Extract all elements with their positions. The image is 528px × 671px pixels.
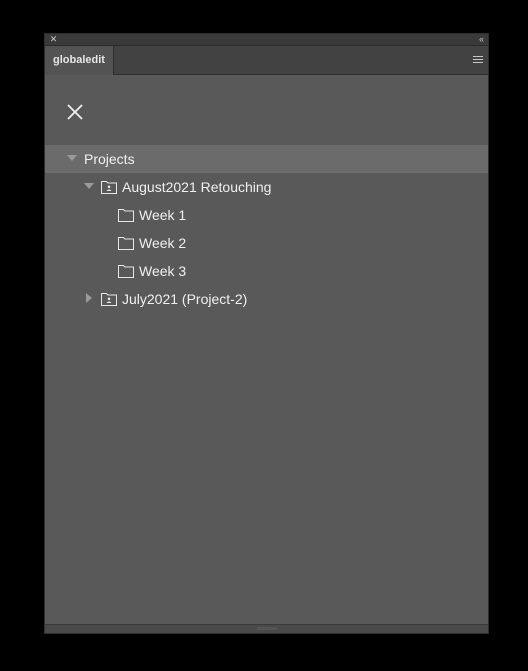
tree-item-label: Week 2 [139, 235, 187, 251]
tree-item-project[interactable]: August2021 Retouching [45, 173, 488, 201]
tree-item-label: Projects [84, 151, 135, 167]
resize-grip-icon [257, 627, 277, 630]
panel-content: Projects August2021 Retouching Week 1 We… [45, 75, 488, 625]
tree-item-label: Week 3 [139, 263, 187, 279]
tree-item-folder[interactable]: Week 3 [45, 257, 488, 285]
shared-folder-icon [101, 181, 117, 194]
panel-tabbar: globaledit [45, 46, 488, 75]
expanded-arrow-icon[interactable] [83, 173, 95, 201]
folder-icon [118, 237, 134, 250]
collapsed-arrow-icon[interactable] [83, 285, 95, 313]
tree-item-label: July2021 (Project-2) [122, 291, 248, 307]
tree-item-folder[interactable]: Week 2 [45, 229, 488, 257]
tree-item-label: Week 1 [139, 207, 187, 223]
expanded-arrow-icon[interactable] [66, 145, 78, 173]
tree-item-label: August2021 Retouching [122, 179, 272, 195]
tree-item-projects[interactable]: Projects [45, 145, 488, 173]
shared-folder-icon [101, 293, 117, 306]
folder-icon [118, 265, 134, 278]
folder-icon [118, 209, 134, 222]
panel-titlebar: ✕ ‹‹ [45, 34, 488, 46]
collapse-panel-icon[interactable]: ‹‹ [479, 34, 484, 45]
tree-item-folder[interactable]: Week 1 [45, 201, 488, 229]
dismiss-close-icon[interactable] [65, 102, 85, 122]
panel-resize-handle[interactable] [45, 624, 488, 633]
panel-close-icon[interactable]: ✕ [49, 34, 58, 45]
tree-item-project[interactable]: July2021 (Project-2) [45, 285, 488, 313]
panel-menu-icon[interactable] [473, 56, 483, 64]
globaledit-panel: ✕ ‹‹ globaledit Projects August2021 Reto… [44, 33, 489, 634]
tab-globaledit[interactable]: globaledit [45, 46, 114, 75]
